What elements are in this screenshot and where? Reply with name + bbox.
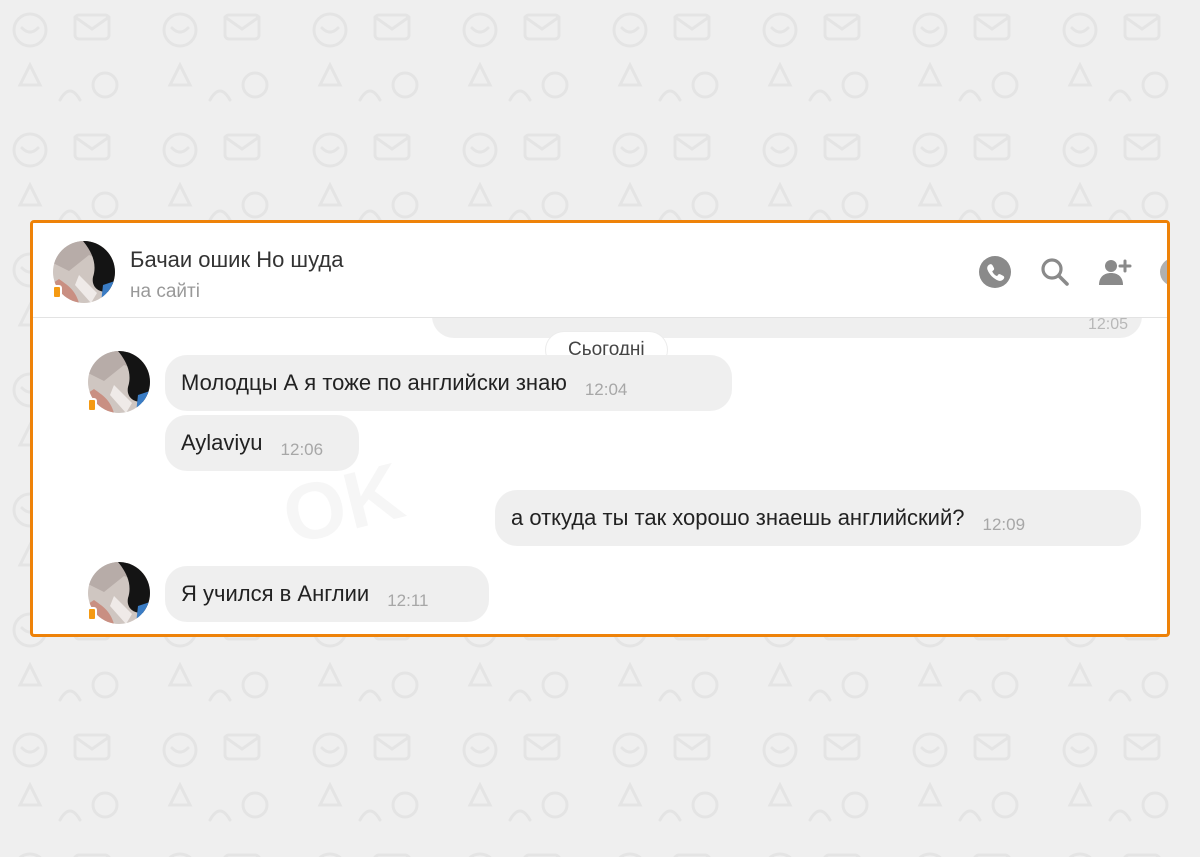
sender-avatar[interactable] bbox=[88, 562, 150, 624]
incoming-message[interactable]: Aylaviyu 12:06 bbox=[165, 415, 359, 471]
message-list[interactable]: OK 12:05 Сьогодні Молодцы А я тоже по ан… bbox=[33, 318, 1167, 634]
sender-avatar[interactable] bbox=[88, 351, 150, 413]
contact-status: на сайті bbox=[130, 281, 200, 302]
outgoing-message[interactable]: а откуда ты так хорошо знаешь английский… bbox=[495, 490, 1141, 546]
message-time: 12:05 bbox=[1087, 318, 1128, 333]
add-user-icon[interactable] bbox=[1098, 255, 1132, 289]
chat-header: Бачаи ошик Но шуда на сайті bbox=[33, 223, 1167, 318]
mobile-online-icon bbox=[52, 285, 62, 299]
previous-message-bubble[interactable]: 12:05 bbox=[432, 318, 1142, 338]
message-time: 12:09 bbox=[982, 515, 1026, 534]
mobile-online-icon bbox=[87, 607, 97, 621]
more-icon[interactable] bbox=[1157, 255, 1170, 289]
message-text: Aylaviyu bbox=[181, 430, 263, 455]
message-text: Молодцы А я тоже по английски знаю bbox=[181, 370, 567, 395]
message-time: 12:06 bbox=[280, 440, 324, 459]
contact-name[interactable]: Бачаи ошик Но шуда bbox=[130, 247, 343, 273]
incoming-message[interactable]: Молодцы А я тоже по английски знаю 12:04 bbox=[165, 355, 732, 411]
mobile-online-icon bbox=[87, 398, 97, 412]
message-time: 12:11 bbox=[387, 591, 429, 610]
message-time: 12:04 bbox=[584, 380, 628, 399]
chat-window-highlight: Бачаи ошик Но шуда на сайті OK 12:05 Сьо… bbox=[30, 220, 1170, 637]
incoming-message[interactable]: Я учился в Англии 12:11 bbox=[165, 566, 489, 622]
contact-avatar[interactable] bbox=[53, 241, 115, 303]
phone-icon[interactable] bbox=[978, 255, 1012, 289]
message-text: а откуда ты так хорошо знаешь английский… bbox=[511, 505, 965, 530]
search-icon[interactable] bbox=[1038, 255, 1072, 289]
message-text: Я учился в Англии bbox=[181, 581, 370, 606]
